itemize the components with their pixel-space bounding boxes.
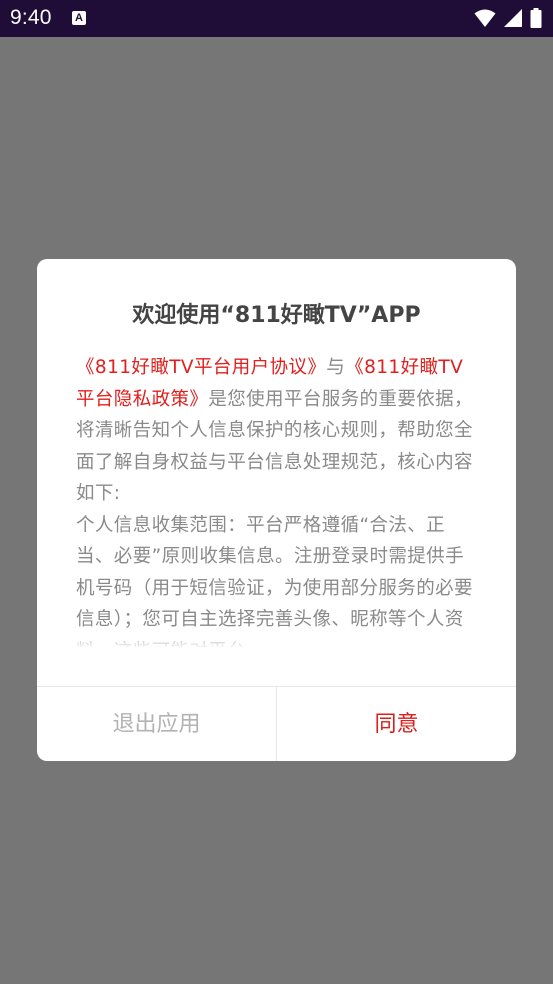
collection-paragraph: 个人信息收集范围：平台严格遵循“合法、正当、必要”原则收集信息。注册登录时需提供… [76,514,473,648]
agree-button[interactable]: 同意 [277,687,516,761]
user-agreement-link[interactable]: 《811好瞰TV平台用户协议》 [76,357,326,378]
status-time: 9:40 [10,6,52,29]
intro-paragraph: 《811好瞰TV平台用户协议》与《811好瞰TV平台隐私政策》是您使用平台服务的… [76,352,478,510]
connector-text: 与 [326,357,346,378]
signal-icon [504,9,522,27]
dialog-title: 欢迎使用“811好瞰TV”APP [132,303,421,328]
scroll-fade [37,629,516,649]
dialog-button-row: 退出应用 同意 [37,686,516,761]
status-bar: 9:40 A [0,0,553,37]
dialog-body[interactable]: 《811好瞰TV平台用户协议》与《811好瞰TV平台隐私政策》是您使用平台服务的… [76,352,478,647]
screen: 9:40 A 欢迎使用“811好瞰TV”APP 《811好瞰TV平台用户协议》与… [0,0,553,984]
wifi-icon [474,9,496,27]
exit-app-button[interactable]: 退出应用 [37,687,277,761]
privacy-dialog: 欢迎使用“811好瞰TV”APP 《811好瞰TV平台用户协议》与《811好瞰T… [37,259,516,761]
accessibility-a-icon: A [72,11,86,25]
battery-icon [530,8,542,28]
